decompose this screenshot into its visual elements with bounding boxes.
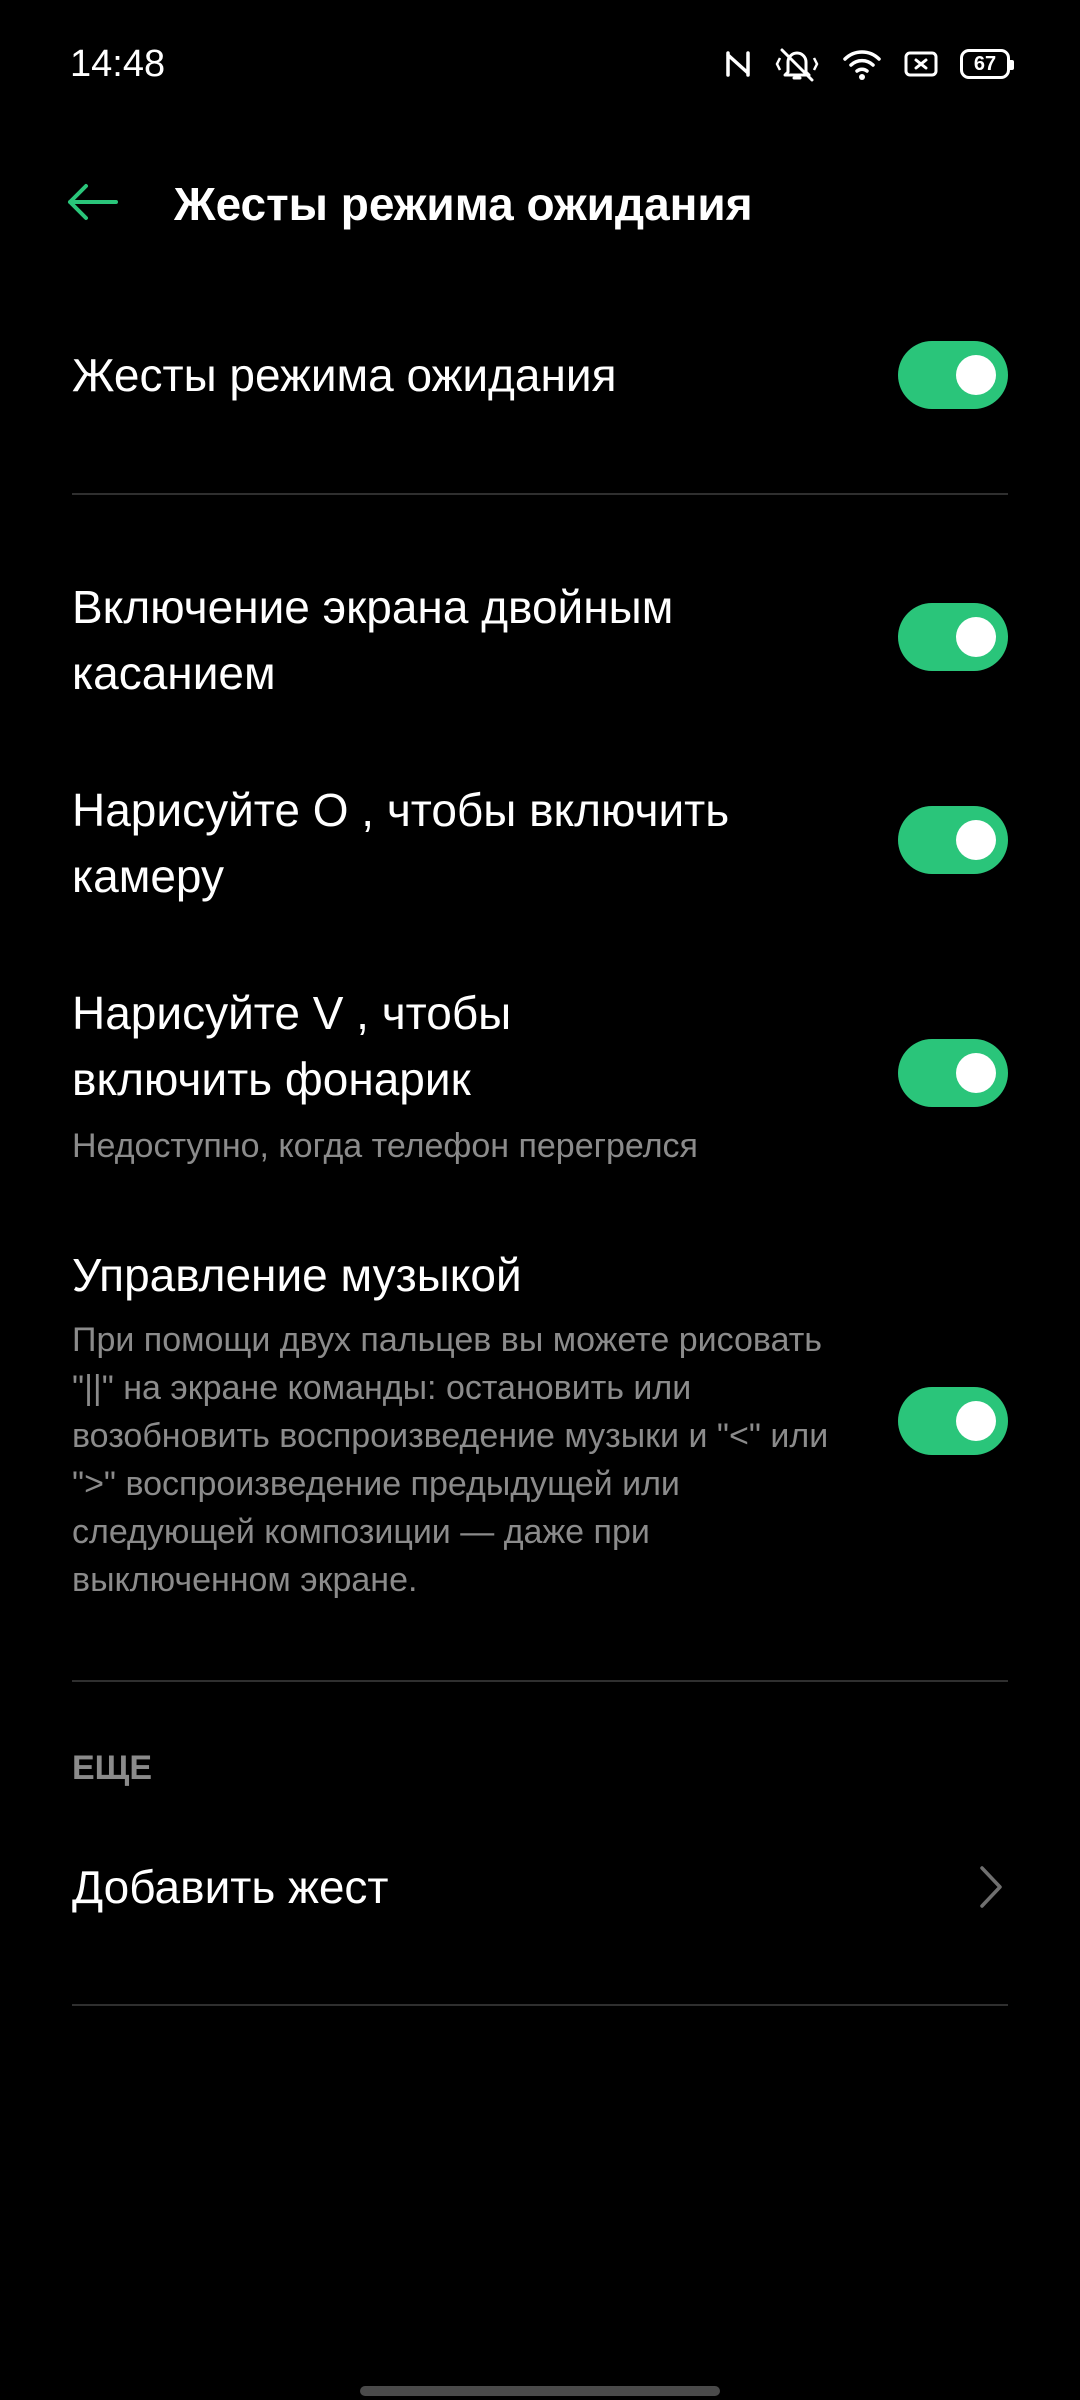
- section-header-more: ЕЩЕ: [72, 1749, 153, 1787]
- draw-o-label: Нарисуйте O , чтобы включить камеру: [72, 784, 730, 902]
- toggle-knob: [956, 355, 996, 395]
- battery-icon: 67: [960, 49, 1014, 79]
- music-control-toggle[interactable]: [898, 1387, 1008, 1455]
- status-icons: 67: [724, 42, 1014, 86]
- page-title: Жесты режима ожидания: [174, 178, 753, 230]
- divider: [72, 2004, 1008, 2006]
- toggle-knob: [956, 820, 996, 860]
- draw-v-toggle[interactable]: [898, 1039, 1008, 1107]
- home-indicator[interactable]: [360, 2386, 720, 2396]
- divider: [72, 1680, 1008, 1682]
- wifi-icon: [842, 47, 882, 81]
- back-button[interactable]: [56, 168, 128, 240]
- draw-v-label-line2: включить фонарик: [72, 1053, 471, 1105]
- chevron-right-icon: [970, 1862, 1010, 1912]
- double-tap-toggle[interactable]: [898, 603, 1008, 671]
- toggle-knob: [956, 617, 996, 657]
- status-time: 14:48: [70, 43, 166, 85]
- draw-v-label-line1: Нарисуйте V , чтобы: [72, 987, 512, 1039]
- draw-o-toggle[interactable]: [898, 806, 1008, 874]
- nfc-icon: [724, 47, 752, 81]
- battery-level: 67: [973, 52, 997, 75]
- arrow-left-icon: [64, 182, 120, 227]
- master-gestures-toggle[interactable]: [898, 341, 1008, 409]
- toggle-knob: [956, 1401, 996, 1441]
- add-gesture-label: Добавить жест: [72, 1861, 389, 1913]
- music-control-label: Управление музыкой: [72, 1249, 522, 1301]
- draw-v-description: Недоступно, когда телефон перегрелся: [72, 1127, 698, 1165]
- double-tap-label: Включение экрана двойным касанием: [72, 581, 674, 699]
- master-gestures-label: Жесты режима ожидания: [72, 349, 617, 401]
- toggle-knob: [956, 1053, 996, 1093]
- music-control-description: При помощи двух пальцев вы можете рисова…: [72, 1321, 829, 1599]
- divider: [72, 493, 1008, 495]
- sim-icon: [904, 49, 938, 79]
- vibrate-mute-icon: [774, 46, 820, 82]
